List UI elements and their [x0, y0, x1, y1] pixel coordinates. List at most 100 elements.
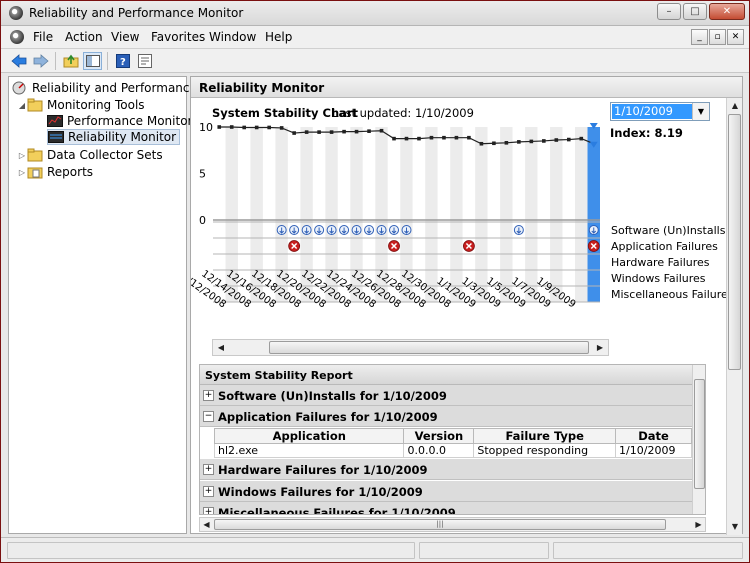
- back-icon[interactable]: [9, 52, 28, 70]
- section-label: Windows Failures for 1/10/2009: [218, 485, 423, 499]
- column-header[interactable]: Date: [615, 428, 692, 444]
- folder-icon: [27, 148, 43, 162]
- report-scroll-thumb[interactable]: |||: [214, 519, 666, 530]
- info-icon: [339, 225, 350, 235]
- section-software-installs[interactable]: + Software (Un)Installs for 1/10/2009: [200, 385, 692, 406]
- scroll-right-icon[interactable]: ▶: [692, 517, 705, 533]
- system-stability-chart[interactable]: 10 5 0 Software (Un)Installs Application Fa…: [191, 77, 726, 339]
- event-row-label: Application Failures: [611, 240, 718, 253]
- tree-item-monitoring-tools[interactable]: ◢ Monitoring Tools: [17, 97, 145, 113]
- column-header[interactable]: Application: [213, 428, 405, 444]
- scroll-up-icon[interactable]: ▲: [727, 98, 743, 114]
- scroll-right-icon[interactable]: ▶: [592, 340, 608, 356]
- expand-arrow-icon[interactable]: ▷: [17, 168, 27, 177]
- svg-text:?: ?: [120, 57, 126, 68]
- forward-icon[interactable]: [31, 52, 50, 70]
- data-point: [379, 128, 384, 133]
- info-icon: [364, 225, 375, 235]
- data-point: [404, 136, 409, 141]
- close-button[interactable]: ✕: [709, 3, 745, 20]
- collapse-icon[interactable]: −: [203, 411, 214, 422]
- pane-vertical-scrollbar[interactable]: ▲ ▼: [726, 98, 742, 535]
- data-point: [517, 140, 521, 144]
- table-row[interactable]: hl2.exe 0.0.0.0 Stopped responding 1/10/…: [213, 443, 692, 458]
- section-label: Software (Un)Installs for 1/10/2009: [218, 389, 447, 403]
- child-restore-button[interactable]: ▫: [709, 29, 726, 45]
- expand-arrow-icon[interactable]: ▷: [17, 151, 27, 160]
- data-point: [217, 125, 222, 129]
- day-band: [425, 127, 438, 302]
- error-icon: [288, 240, 301, 252]
- reliability-monitor-pane: Reliability Monitor System Stability Cha…: [190, 76, 743, 535]
- menu-favorites[interactable]: Favorites: [151, 30, 205, 44]
- section-label: Hardware Failures for 1/10/2009: [218, 463, 428, 477]
- data-point: [367, 129, 371, 133]
- tree-item-reports[interactable]: ▷ Reports: [17, 164, 93, 180]
- up-folder-icon[interactable]: [61, 52, 80, 70]
- menu-view[interactable]: View: [111, 30, 139, 44]
- report-scroll-thumb[interactable]: [694, 379, 705, 489]
- menu-file[interactable]: File: [33, 30, 53, 44]
- expand-icon[interactable]: +: [203, 507, 214, 514]
- expand-icon[interactable]: +: [203, 390, 214, 401]
- chart-horizontal-scrollbar[interactable]: ◀ ▶: [212, 339, 609, 356]
- collapse-arrow-icon[interactable]: ◢: [17, 101, 27, 110]
- application-failures-table: Application Version Failure Type Date hl…: [213, 428, 692, 458]
- info-icon: [588, 225, 599, 235]
- data-point: [317, 130, 321, 134]
- window-title: Reliability and Performance Monitor: [29, 6, 244, 20]
- pane-scroll-thumb[interactable]: [728, 114, 741, 370]
- show-hide-tree-icon[interactable]: [83, 52, 102, 70]
- menu-help[interactable]: Help: [265, 30, 292, 44]
- section-label: Application Failures for 1/10/2009: [218, 410, 438, 424]
- column-header[interactable]: Version: [403, 428, 475, 444]
- section-miscellaneous-failures[interactable]: + Miscellaneous Failures for 1/10/2009: [200, 502, 692, 514]
- tree-label-reliability-monitor: Reliability Monitor: [68, 130, 177, 144]
- child-close-button[interactable]: ✕: [727, 29, 744, 45]
- minimize-button[interactable]: –: [657, 3, 681, 20]
- tree-label-reports: Reports: [47, 165, 94, 179]
- status-panel: [553, 542, 743, 559]
- performance-chart-icon: [47, 115, 63, 127]
- table-header-row: Application Version Failure Type Date: [213, 428, 692, 444]
- report-horizontal-scrollbar[interactable]: ◀ ||| ▶: [199, 517, 706, 532]
- data-point: [566, 137, 571, 142]
- expand-icon[interactable]: +: [203, 464, 214, 475]
- day-band: [450, 127, 463, 302]
- properties-icon[interactable]: [135, 52, 154, 70]
- data-point: [529, 139, 534, 144]
- section-application-failures[interactable]: − Application Failures for 1/10/2009: [200, 406, 692, 427]
- info-icon: [289, 225, 300, 235]
- report-vertical-scrollbar[interactable]: [692, 365, 705, 514]
- section-hardware-failures[interactable]: + Hardware Failures for 1/10/2009: [200, 459, 692, 480]
- column-header[interactable]: Failure Type: [473, 428, 617, 444]
- tree-item-root[interactable]: Reliability and Performance: [12, 80, 197, 96]
- expand-icon[interactable]: +: [203, 486, 214, 497]
- data-point: [304, 130, 309, 134]
- scroll-left-icon[interactable]: ◀: [213, 340, 229, 356]
- y-tick-label: 10: [199, 121, 213, 134]
- event-row-label: Software (Un)Installs: [611, 224, 726, 237]
- scroll-left-icon[interactable]: ◀: [200, 517, 213, 533]
- menu-action[interactable]: Action: [65, 30, 103, 44]
- data-point: [554, 138, 559, 142]
- event-row-label: Hardware Failures: [611, 256, 710, 269]
- tree-item-data-collector-sets[interactable]: ▷ Data Collector Sets: [17, 147, 163, 163]
- status-panel: [419, 542, 549, 559]
- child-minimize-button[interactable]: _: [691, 29, 708, 45]
- data-point: [342, 129, 346, 134]
- chart-scroll-thumb[interactable]: [269, 341, 589, 354]
- maximize-button[interactable]: □: [683, 3, 707, 20]
- section-windows-failures[interactable]: + Windows Failures for 1/10/2009: [200, 481, 692, 502]
- reports-icon: [27, 167, 43, 179]
- data-point: [329, 130, 334, 134]
- tree-item-performance-monitor[interactable]: Performance Monitor: [47, 113, 192, 129]
- info-icon: [326, 225, 337, 235]
- tree-item-reliability-monitor[interactable]: Reliability Monitor: [47, 129, 181, 145]
- data-point: [467, 135, 471, 140]
- scroll-down-icon[interactable]: ▼: [727, 519, 743, 535]
- tree-label-monitoring-tools: Monitoring Tools: [47, 98, 145, 112]
- error-icon: [587, 240, 600, 252]
- menu-window[interactable]: Window: [209, 30, 256, 44]
- help-icon[interactable]: ?: [113, 52, 132, 70]
